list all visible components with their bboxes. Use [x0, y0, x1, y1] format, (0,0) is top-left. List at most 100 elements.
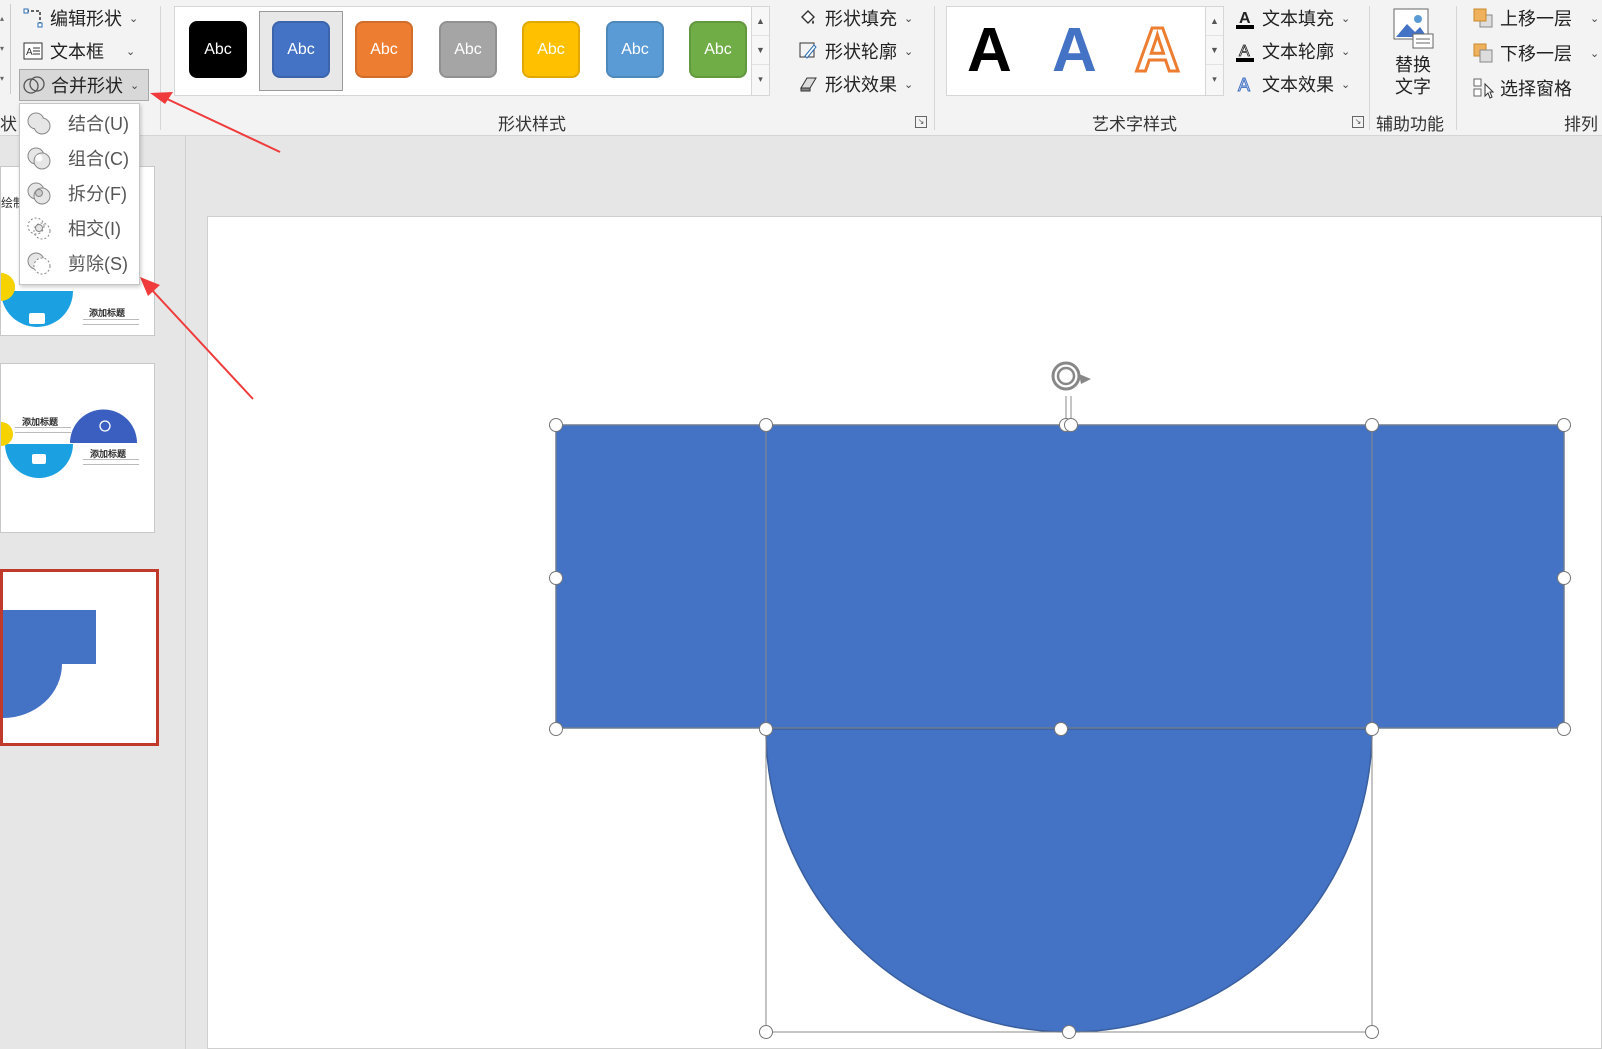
shape-fill-button[interactable]: 形状填充 ⌄	[797, 4, 913, 32]
chevron-down-icon: ⌄	[126, 45, 136, 58]
resize-handle[interactable]	[759, 1025, 773, 1039]
thumbnail-text-lines	[83, 319, 139, 325]
resize-handle[interactable]	[1064, 418, 1078, 432]
merge-shapes-icon	[23, 74, 45, 96]
thumbnail-text-lines	[83, 459, 139, 465]
resize-handle[interactable]	[1557, 418, 1571, 432]
combine-icon	[26, 145, 52, 171]
slide-thumbnail[interactable]: 添加标题 添加标题	[0, 363, 155, 533]
shape-effects-button[interactable]: 形状效果 ⌄	[797, 70, 913, 98]
scroll-down-icon[interactable]: ▼	[752, 36, 769, 65]
chevron-down-icon: ⌄	[130, 79, 140, 92]
arrange-group-label: 排列	[1564, 115, 1598, 134]
shape-style-swatch[interactable]: Abc	[355, 21, 413, 78]
resize-handle[interactable]	[1054, 722, 1068, 736]
chevron-down-icon: ⌄	[904, 78, 914, 91]
textbox-icon: A	[22, 40, 44, 62]
chevron-down-icon: ⌄	[904, 12, 914, 25]
send-backward-button[interactable]: 下移一层 ⌄	[1472, 39, 1599, 67]
text-outline-icon: A	[1234, 40, 1256, 62]
intersect-icon	[26, 215, 52, 241]
separator	[934, 6, 935, 130]
selection-pane-icon	[1472, 77, 1494, 99]
dialog-launcher-icon[interactable]: ↘	[915, 116, 927, 128]
thumbnail-graphic	[1, 409, 137, 478]
resize-handle[interactable]	[549, 571, 563, 585]
paint-bucket-icon	[797, 7, 819, 29]
gallery-scroll-fragment[interactable]: ▴ ▾ ▾	[0, 4, 11, 94]
resize-handle[interactable]	[1557, 571, 1571, 585]
slide-canvas[interactable]	[207, 216, 1602, 1049]
bring-forward-button[interactable]: 上移一层 ⌄	[1472, 4, 1599, 32]
shape-style-swatch[interactable]: Abc	[522, 21, 580, 78]
text-effects-icon: A	[1234, 73, 1256, 96]
merge-shapes-button[interactable]: 合并形状 ⌄	[19, 69, 149, 101]
dialog-launcher-icon[interactable]: ↘	[1352, 116, 1364, 128]
wordart-group-label: 艺术字样式	[1092, 115, 1177, 134]
edit-shape-icon	[22, 7, 44, 29]
shape-style-swatch[interactable]: Abc	[272, 21, 330, 78]
shape-styles-group-label: 形状样式	[498, 115, 566, 134]
alt-text-button[interactable]: 替换 文字	[1378, 4, 1448, 100]
resize-handle[interactable]	[1365, 1025, 1379, 1039]
fragment-icon	[26, 180, 52, 206]
wordart-scrollbar[interactable]: ▲ ▼ ▾	[1205, 7, 1223, 95]
resize-handle[interactable]	[759, 418, 773, 432]
separator	[160, 6, 161, 130]
resize-handle[interactable]	[1557, 722, 1571, 736]
svg-text:A: A	[1238, 75, 1250, 95]
selection-pane-button[interactable]: 选择窗格	[1472, 74, 1572, 102]
menu-item-union[interactable]: 结合(U)	[20, 106, 139, 140]
resize-handle[interactable]	[549, 722, 563, 736]
accessibility-group-label: 辅助功能	[1376, 115, 1444, 134]
text-effects-button[interactable]: A 文本效果 ⌄	[1234, 70, 1351, 98]
menu-item-fragment[interactable]: 拆分(F)	[20, 176, 139, 210]
shape-effects-icon	[797, 73, 819, 95]
edit-shape-button[interactable]: 编辑形状 ⌄	[22, 4, 138, 32]
menu-item-intersect[interactable]: 相交(I)	[20, 211, 139, 245]
chevron-down-icon: ⌄	[904, 45, 914, 58]
text-outline-button[interactable]: A 文本轮廓 ⌄	[1234, 37, 1350, 65]
resize-handle[interactable]	[759, 722, 773, 736]
text-fill-button[interactable]: A 文本填充 ⌄	[1234, 4, 1350, 32]
thumbnail-graphic	[3, 610, 96, 718]
shape-outline-button[interactable]: 形状轮廓 ⌄	[797, 37, 913, 65]
wordart-style-orange-outline[interactable]: A	[1134, 15, 1182, 87]
separator	[1456, 6, 1457, 130]
scroll-up-icon[interactable]: ▲	[752, 7, 769, 36]
gallery-scrollbar[interactable]: ▲ ▼ ▾	[751, 7, 769, 95]
shape-style-swatch[interactable]: Abc	[189, 21, 247, 78]
gallery-expand-icon[interactable]: ▾	[752, 65, 769, 94]
textbox-button[interactable]: A 文本框 ⌄	[22, 37, 135, 65]
wordart-style-black[interactable]: A	[967, 15, 1012, 86]
gallery-expand-icon[interactable]: ▾	[1206, 65, 1223, 94]
wordart-style-blue[interactable]: A	[1052, 15, 1097, 86]
chevron-down-icon: ⌄	[1341, 12, 1351, 25]
resize-handle[interactable]	[1062, 1025, 1076, 1039]
slide-thumbnail-selected[interactable]	[0, 569, 159, 746]
merge-shapes-menu: 结合(U) 组合(C) 拆分(F) 相交(I) 剪除(S)	[19, 103, 140, 285]
menu-item-combine[interactable]: 组合(C)	[20, 141, 139, 175]
svg-text:A: A	[1239, 43, 1250, 60]
resize-handle[interactable]	[1365, 418, 1379, 432]
scroll-down-icon[interactable]: ▼	[1206, 36, 1223, 65]
svg-text:A: A	[1239, 10, 1251, 27]
separator	[1369, 6, 1370, 130]
insert-shapes-group-label: 状	[0, 115, 17, 134]
wordart-gallery: A A A ▲ ▼ ▾	[946, 6, 1224, 96]
chevron-down-icon: ⌄	[1341, 78, 1351, 91]
chevron-down-icon: ⌄	[1590, 47, 1600, 60]
shape-style-swatch[interactable]: Abc	[689, 21, 747, 78]
menu-item-subtract[interactable]: 剪除(S)	[20, 246, 139, 280]
subtract-icon	[26, 250, 52, 276]
resize-handle[interactable]	[1365, 722, 1379, 736]
shape-style-swatch[interactable]: Abc	[439, 21, 497, 78]
send-backward-icon	[1472, 42, 1494, 64]
shape-style-swatch[interactable]: Abc	[606, 21, 664, 78]
chevron-down-icon: ⌄	[1590, 12, 1600, 25]
scroll-up-icon[interactable]: ▲	[1206, 7, 1223, 36]
resize-handle[interactable]	[549, 418, 563, 432]
alt-text-icon	[1391, 6, 1435, 50]
svg-text:A: A	[26, 47, 33, 58]
shape-styles-gallery: Abc Abc Abc Abc Abc Abc Abc ▲ ▼ ▾	[174, 6, 770, 96]
